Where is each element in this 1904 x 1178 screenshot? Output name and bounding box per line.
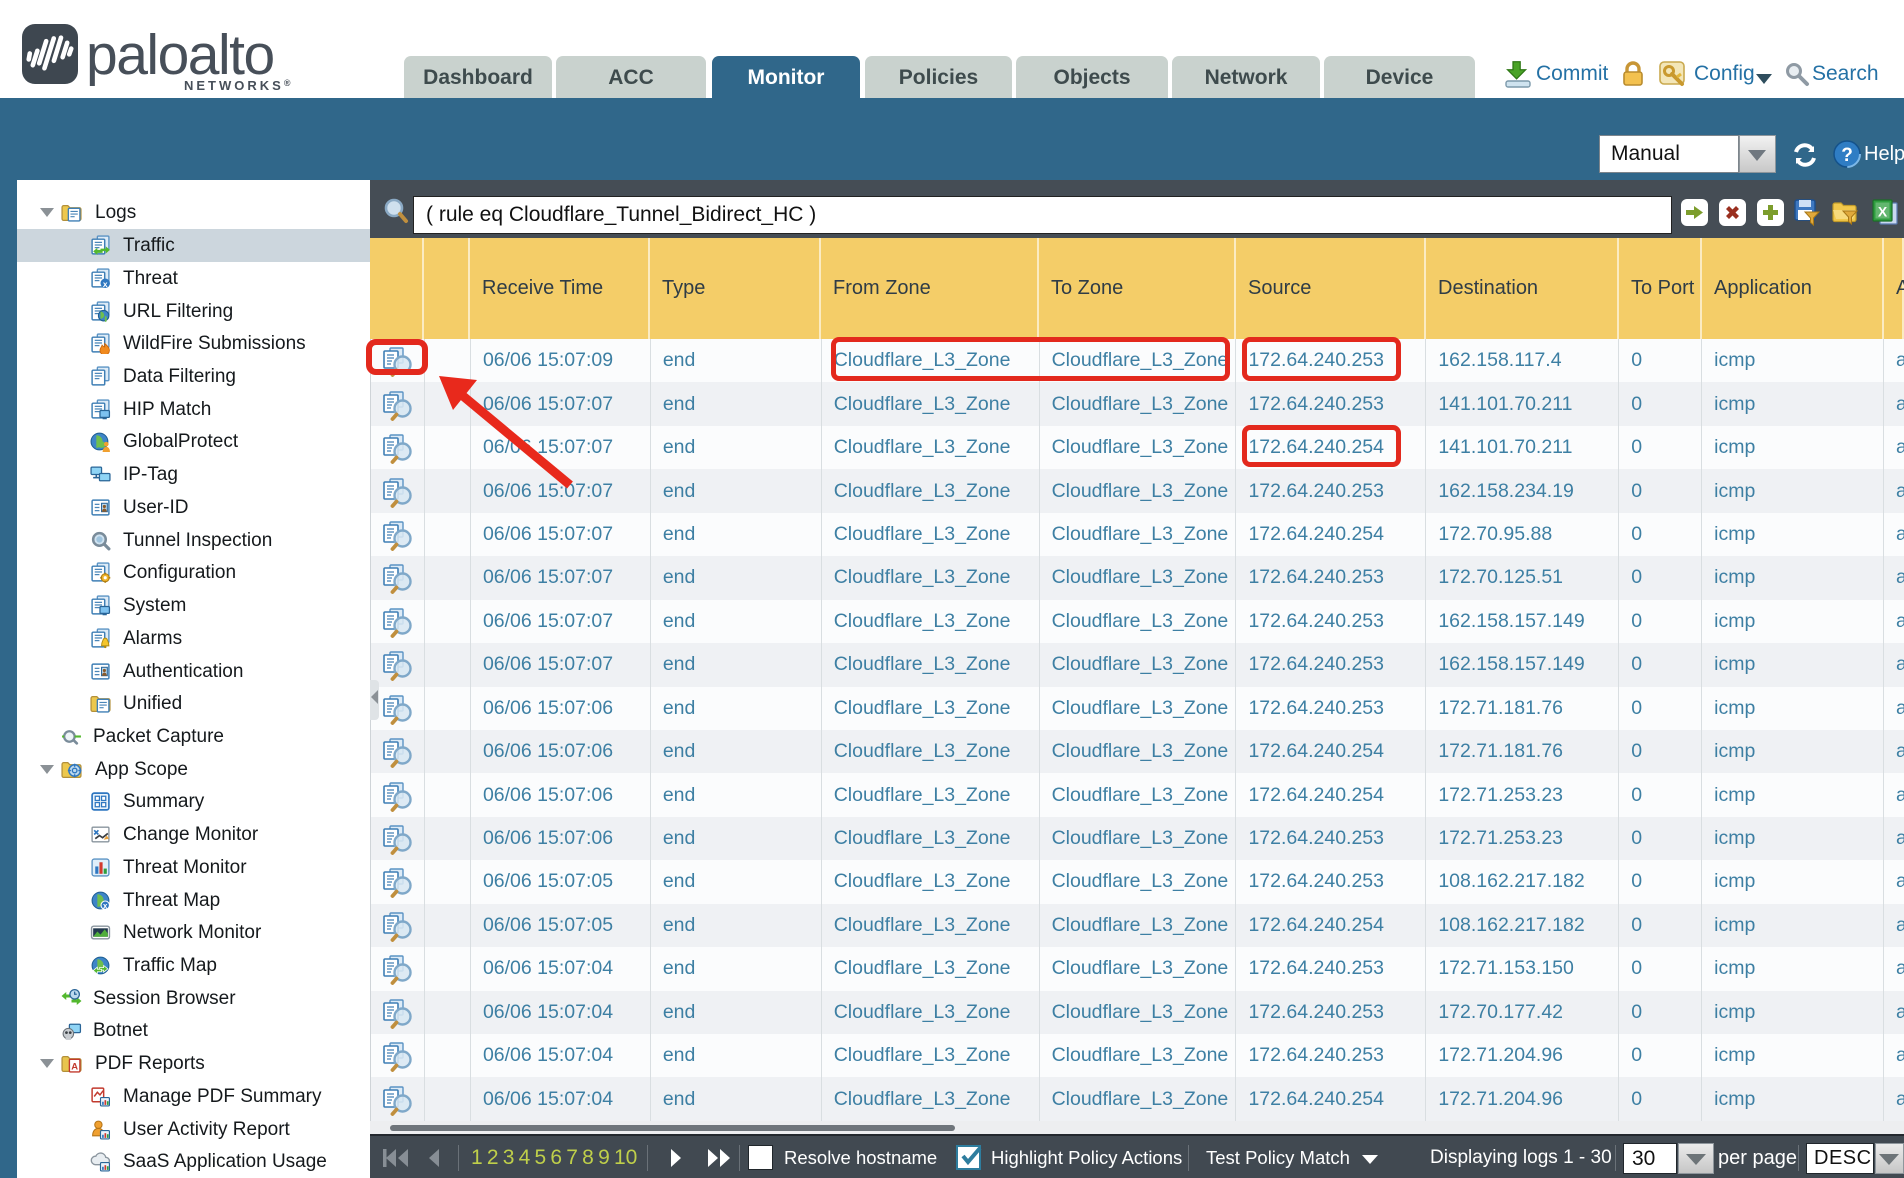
svg-text:x: x — [103, 279, 108, 289]
svg-text:A: A — [71, 1061, 78, 1072]
svg-text:x: x — [103, 901, 108, 910]
svg-text:X: X — [1878, 204, 1888, 220]
svg-text:?: ? — [1841, 145, 1853, 166]
